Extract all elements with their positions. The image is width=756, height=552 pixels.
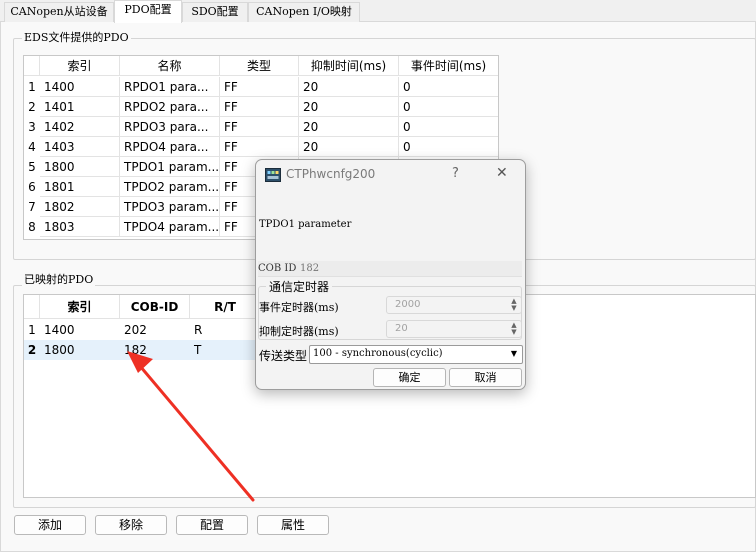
close-button[interactable]: ✕ bbox=[496, 165, 508, 181]
inhibit-timer-field[interactable]: 20 ▲ ▼ bbox=[386, 320, 522, 338]
transfer-type-value: 100 - synchronous(cyclic) bbox=[313, 348, 443, 359]
ok-button[interactable]: 确定 bbox=[373, 368, 446, 387]
pdo-properties-dialog: CTPhwcnfg200 ? ✕ TPDO1 parameter COB ID … bbox=[255, 159, 526, 390]
inhibit-timer-stepper[interactable]: ▲ ▼ bbox=[509, 322, 519, 336]
pdo-parameter-name: TPDO1 parameter bbox=[259, 219, 352, 230]
dialog-title: CTPhwcnfg200 bbox=[286, 167, 376, 181]
inhibit-timer-label: 抑制定时器(ms) bbox=[259, 325, 339, 338]
transfer-type-select[interactable]: 100 - synchronous(cyclic) ▼ bbox=[309, 345, 523, 364]
transfer-type-label: 传送类型 bbox=[259, 349, 308, 363]
arrow-head bbox=[127, 351, 153, 373]
help-button[interactable]: ? bbox=[452, 166, 459, 181]
chevron-down-icon[interactable]: ▼ bbox=[511, 349, 517, 358]
tab-pdo-config[interactable]: PDO配置 bbox=[114, 0, 182, 23]
event-timer-label: 事件定时器(ms) bbox=[259, 301, 339, 314]
event-timer-stepper[interactable]: ▲ ▼ bbox=[509, 298, 519, 312]
app-icon bbox=[265, 168, 281, 182]
cob-id-row: COB ID 182 bbox=[258, 261, 522, 277]
cob-id-label: COB ID bbox=[258, 263, 297, 274]
cob-id-value: 182 bbox=[300, 263, 320, 274]
arrow-shaft bbox=[138, 364, 255, 502]
cancel-button[interactable]: 取消 bbox=[449, 368, 522, 387]
down-arrow-icon[interactable]: ▼ bbox=[509, 329, 519, 336]
comm-timer-group-title: 通信定时器 bbox=[266, 278, 333, 295]
inhibit-timer-value: 20 bbox=[395, 323, 408, 334]
event-timer-field[interactable]: 2000 ▲ ▼ bbox=[386, 296, 522, 314]
down-arrow-icon[interactable]: ▼ bbox=[509, 305, 519, 312]
event-timer-value: 2000 bbox=[395, 299, 421, 310]
